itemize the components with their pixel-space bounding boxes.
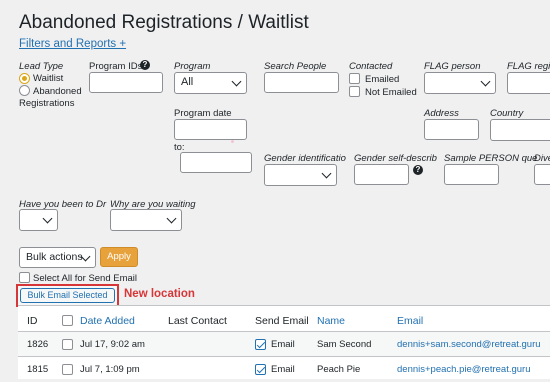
row-send-email-label: Email xyxy=(271,364,295,375)
search-people-input[interactable] xyxy=(264,72,339,93)
gender-identification-select[interactable] xyxy=(264,164,337,186)
bulk-actions-value: Bulk actions xyxy=(26,251,83,263)
row-name: Sam Second xyxy=(317,339,372,350)
program-date-from-input[interactable] xyxy=(174,119,247,140)
dive-input[interactable] xyxy=(534,164,550,185)
bulk-email-highlight: Bulk Email Selected xyxy=(16,284,119,307)
lead-type-abandoned-label: Abandoned xyxy=(33,86,82,97)
column-header-last-contact: Last Contact xyxy=(168,315,227,327)
select-all-label: Select All for Send Email xyxy=(33,273,138,284)
row-id: 1826 xyxy=(27,339,49,350)
chevron-down-icon xyxy=(166,213,177,224)
row-select-checkbox[interactable] xyxy=(62,339,73,350)
gender-self-describe-label: Gender self-describ xyxy=(354,153,437,164)
address-label: Address xyxy=(424,108,459,119)
registrations-table: ID Date Added Last Contact Send Email Na… xyxy=(18,305,550,379)
filters-and-reports-link[interactable]: Filters and Reports + xyxy=(19,38,126,50)
column-header-email[interactable]: Email xyxy=(397,315,423,327)
row-email-link[interactable]: dennis+sam.second@retreat.guru xyxy=(397,339,541,350)
program-ids-input[interactable] xyxy=(89,72,163,93)
lead-type-waitlist-radio[interactable] xyxy=(19,73,30,84)
bulk-email-selected-button[interactable]: Bulk Email Selected xyxy=(20,288,115,303)
dive-label: Dive xyxy=(534,153,550,164)
column-header-date-added[interactable]: Date Added xyxy=(80,315,135,327)
country-select[interactable] xyxy=(490,119,550,141)
chevron-down-icon xyxy=(480,76,491,87)
program-select[interactable]: All xyxy=(174,72,247,94)
program-ids-label: Program IDs xyxy=(89,61,143,72)
lead-type-abandoned-radio[interactable] xyxy=(19,85,30,96)
contacted-not-emailed-label: Not Emailed xyxy=(365,87,417,98)
row-send-email-checkbox[interactable] xyxy=(255,339,266,350)
help-icon[interactable]: ? xyxy=(413,165,423,175)
gender-identification-label: Gender identificatio xyxy=(264,153,346,164)
search-people-label: Search People xyxy=(264,61,327,72)
chevron-down-icon xyxy=(231,76,242,87)
chevron-down-icon xyxy=(321,168,332,179)
program-label: Program xyxy=(174,61,211,72)
flag-person-select[interactable] xyxy=(424,72,496,94)
contacted-emailed-label: Emailed xyxy=(365,74,400,85)
row-date-added: Jul 17, 9:02 am xyxy=(80,339,145,350)
why-waiting-select[interactable] xyxy=(110,209,182,231)
new-location-annotation: New location xyxy=(124,288,195,300)
column-header-name[interactable]: Name xyxy=(317,315,345,327)
sample-person-label: Sample PERSON que xyxy=(444,153,538,164)
row-name: Peach Pie xyxy=(317,364,361,375)
bulk-actions-select[interactable]: Bulk actions xyxy=(19,247,96,268)
program-date-to-input[interactable] xyxy=(180,152,252,173)
help-icon[interactable]: ? xyxy=(140,60,150,70)
apply-button[interactable]: Apply xyxy=(100,247,138,267)
lead-type-registrations-label: Registrations xyxy=(19,98,75,109)
row-id: 1815 xyxy=(27,364,49,375)
contacted-label: Contacted xyxy=(349,61,393,72)
row-date-added: Jul 7, 1:09 pm xyxy=(80,364,140,375)
lead-type-label: Lead Type xyxy=(19,61,64,72)
row-email-link[interactable]: dennis+peach.pie@retreat.guru xyxy=(397,364,531,375)
country-label: Country xyxy=(490,108,524,119)
chevron-down-icon xyxy=(42,213,53,224)
row-send-email-label: Email xyxy=(271,339,295,350)
decorative-dot xyxy=(231,140,234,143)
address-input[interactable] xyxy=(424,119,479,140)
row-send-email-checkbox[interactable] xyxy=(255,364,266,375)
have-you-been-select[interactable] xyxy=(19,209,58,231)
flag-regis-label: FLAG regis xyxy=(507,61,550,72)
row-select-checkbox[interactable] xyxy=(62,364,73,375)
flag-regis-select[interactable] xyxy=(507,72,550,94)
select-all-rows-checkbox[interactable] xyxy=(62,315,73,326)
program-select-value: All xyxy=(181,76,194,88)
table-row: 1826 Jul 17, 9:02 am Email Sam Second de… xyxy=(18,331,550,357)
contacted-not-emailed-checkbox[interactable] xyxy=(349,86,360,97)
column-header-send-email: Send Email xyxy=(255,315,309,327)
contacted-emailed-checkbox[interactable] xyxy=(349,73,360,84)
column-header-id: ID xyxy=(27,315,38,327)
lead-type-waitlist-label: Waitlist xyxy=(33,73,64,84)
table-row: 1815 Jul 7, 1:09 pm Email Peach Pie denn… xyxy=(18,356,550,382)
gender-self-describe-input[interactable] xyxy=(354,164,409,185)
sample-person-input[interactable] xyxy=(444,164,499,185)
program-date-label: Program date xyxy=(174,108,232,119)
select-all-checkbox[interactable] xyxy=(19,272,30,283)
page-title: Abandoned Registrations / Waitlist xyxy=(19,12,309,33)
flag-person-label: FLAG person xyxy=(424,61,481,72)
